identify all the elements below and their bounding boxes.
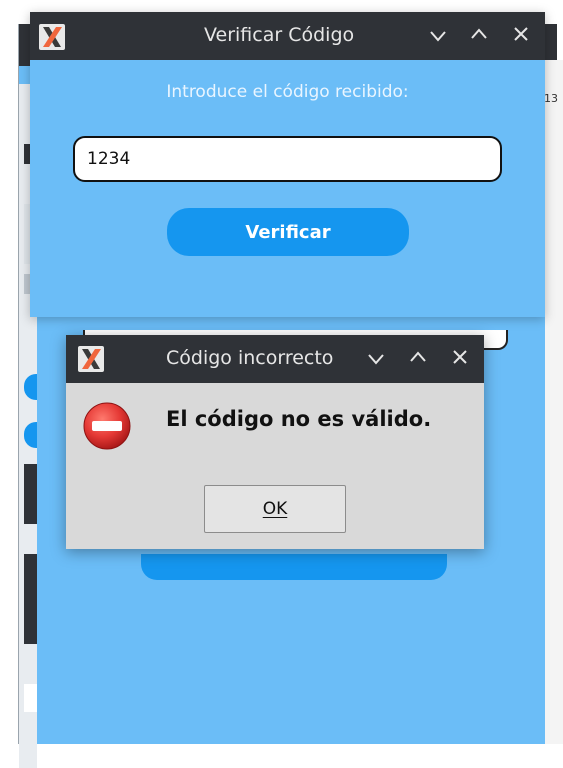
error-dialog-title: Código incorrecto	[166, 347, 334, 369]
background-right-panel	[545, 60, 563, 744]
code-prompt-label: Introduce el código recibido:	[166, 82, 409, 102]
close-icon[interactable]	[511, 24, 531, 44]
chevron-down-icon[interactable]	[366, 349, 386, 369]
x-logo-icon	[39, 24, 65, 50]
background-fragment	[24, 464, 37, 524]
verify-button[interactable]: Verificar	[167, 208, 409, 256]
background-button-edge	[141, 554, 447, 580]
code-input[interactable]	[73, 136, 502, 182]
verify-dialog-title: Verificar Código	[204, 24, 355, 46]
chevron-up-icon[interactable]	[469, 24, 489, 44]
close-icon[interactable]	[450, 347, 470, 367]
chevron-up-icon[interactable]	[408, 347, 428, 367]
x-logo-icon	[78, 346, 104, 372]
background-fragment	[24, 422, 37, 448]
ok-button[interactable]: OK	[204, 485, 346, 533]
error-stop-icon	[82, 401, 132, 451]
background-fragment	[24, 684, 37, 712]
background-fragment	[24, 554, 37, 644]
error-message-dialog: Código incorrecto El código no es válido…	[66, 335, 484, 549]
background-side-fragment: 13	[544, 92, 558, 105]
chevron-down-icon[interactable]	[428, 26, 448, 46]
verify-dialog-titlebar[interactable]: Verificar Código	[30, 12, 545, 60]
error-dialog-titlebar[interactable]: Código incorrecto	[66, 335, 484, 383]
background-fragment	[24, 374, 37, 400]
error-message-text: El código no es válido.	[166, 407, 432, 431]
verify-code-dialog: Verificar Código Introduce el código rec…	[30, 12, 545, 317]
